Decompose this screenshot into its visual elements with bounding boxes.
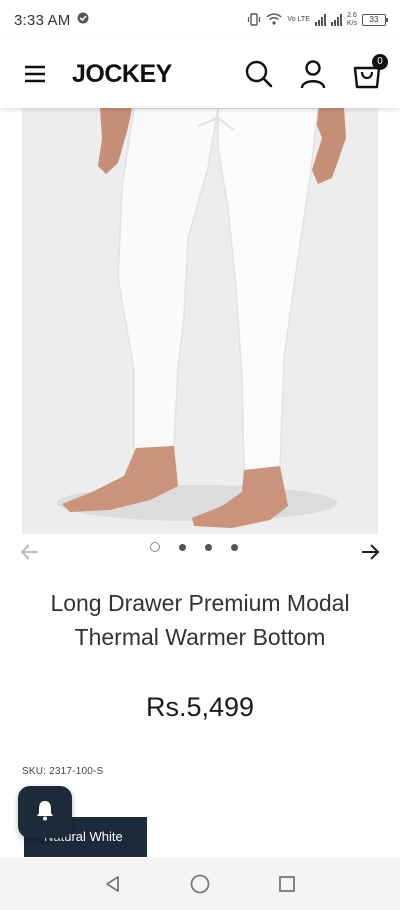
notification-icon: [76, 11, 90, 30]
site-header: JOCKEY 0: [0, 40, 400, 108]
user-icon[interactable]: [300, 59, 326, 89]
status-left: 3:33 AM: [14, 11, 90, 30]
product-photo-illustration: [22, 108, 378, 534]
product-sku: SKU: 2317-100-S: [22, 766, 104, 777]
recents-square-icon[interactable]: [267, 864, 307, 904]
arrow-left-icon[interactable]: [20, 542, 40, 567]
signal-icon: [314, 14, 326, 26]
network-speed: 2.6 K/s: [347, 12, 357, 28]
signal-icon-2: [330, 14, 342, 26]
carousel-dots: [150, 542, 238, 552]
cart-count-badge: 0: [372, 54, 388, 70]
product-image[interactable]: [22, 108, 378, 534]
bell-icon: [35, 799, 55, 826]
network-type-label: Vo LTE: [287, 16, 310, 23]
image-carousel-controls: [0, 536, 400, 570]
system-nav-bar: [0, 858, 400, 910]
carousel-dot-1[interactable]: [150, 542, 160, 552]
search-icon[interactable]: [244, 59, 274, 89]
carousel-dot-3[interactable]: [205, 543, 212, 551]
vibrate-icon: [247, 12, 261, 28]
status-time: 3:33 AM: [14, 11, 71, 29]
back-triangle-icon[interactable]: [93, 864, 133, 904]
arrow-right-icon[interactable]: [360, 542, 380, 567]
wifi-icon: [266, 13, 282, 27]
brand-logo[interactable]: JOCKEY: [72, 60, 172, 89]
home-circle-icon[interactable]: [180, 864, 220, 904]
header-actions: 0: [244, 54, 388, 89]
carousel-dot-2[interactable]: [179, 543, 186, 551]
notification-bell-button[interactable]: [18, 786, 72, 838]
network-speed-unit: K/s: [346, 20, 357, 27]
battery-indicator: 33: [362, 14, 388, 26]
hamburger-icon[interactable]: [24, 65, 46, 83]
cart-icon[interactable]: 0: [352, 54, 388, 89]
status-bar: 3:33 AM Vo LTE 2.6 K/s 33: [0, 0, 400, 40]
network-speed-value: 2.6: [347, 12, 357, 19]
product-price: Rs.5,499: [145, 692, 255, 722]
carousel-dot-4[interactable]: [231, 543, 238, 551]
product-title: Long Drawer Premium Modal Thermal Warmer…: [50, 590, 350, 650]
status-indicators: Vo LTE 2.6 K/s 33: [247, 12, 388, 28]
